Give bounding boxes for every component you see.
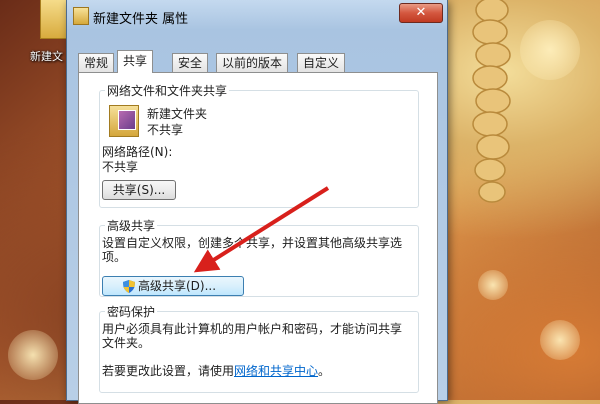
group-title: 网络文件和文件夹共享 <box>105 82 230 99</box>
folder-share-status: 不共享 <box>147 123 184 137</box>
password-change-hint: 若要更改此设置，请使用网络和共享中心。 <box>102 362 330 379</box>
wallpaper-glow <box>520 20 580 80</box>
network-sharing-group: 网络文件和文件夹共享 新建文件夹 不共享 网络路径(N): 不共享 共享(S).… <box>99 82 419 208</box>
folder-name: 新建文件夹 <box>147 107 208 121</box>
window-title: 新建文件夹 属性 <box>93 12 189 27</box>
wallpaper-glow <box>540 320 580 360</box>
wallpaper-glow <box>8 330 58 380</box>
network-path-value: 不共享 <box>102 160 139 174</box>
hint-prefix: 若要更改此设置，请使用 <box>102 364 235 378</box>
advanced-sharing-button[interactable]: 高级共享(D)... <box>102 276 244 296</box>
tab-sharing[interactable]: 共享 <box>117 50 154 73</box>
tab-general[interactable]: 常规 <box>78 53 115 72</box>
folder-icon <box>109 105 139 137</box>
hint-suffix: 。 <box>318 364 331 378</box>
uac-shield-icon <box>123 280 135 293</box>
tab-customize[interactable]: 自定义 <box>297 53 346 72</box>
group-title: 高级共享 <box>105 217 158 234</box>
advanced-sharing-description: 设置自定义权限，创建多个共享，并设置其他高级共享选项。 <box>102 236 403 264</box>
group-title: 密码保护 <box>105 303 158 320</box>
advanced-sharing-group: 高级共享 设置自定义权限，创建多个共享，并设置其他高级共享选项。 高级共享(D)… <box>99 217 419 297</box>
advanced-sharing-button-label: 高级共享(D)... <box>138 279 217 293</box>
share-button[interactable]: 共享(S)... <box>102 180 176 200</box>
close-button[interactable]: ✕ <box>399 3 443 23</box>
network-sharing-center-link[interactable]: 网络和共享中心 <box>234 364 318 378</box>
wallpaper-glow <box>478 270 508 300</box>
properties-window: 新建文件夹 属性 ✕ 常规 共享 安全 以前的版本 自定义 网络文件和文件夹共享… <box>66 0 448 404</box>
sharing-tab-panel: 网络文件和文件夹共享 新建文件夹 不共享 网络路径(N): 不共享 共享(S).… <box>78 72 438 404</box>
password-protection-description: 用户必须具有此计算机的用户帐户和密码，才能访问共享文件夹。 <box>102 322 403 350</box>
title-bar[interactable]: 新建文件夹 属性 ✕ <box>67 0 447 30</box>
tab-previous-versions[interactable]: 以前的版本 <box>216 53 289 72</box>
folder-icon <box>73 7 89 25</box>
wallpaper-braid <box>472 0 511 203</box>
password-protection-group: 密码保护 用户必须具有此计算机的用户帐户和密码，才能访问共享文件夹。 若要更改此… <box>99 303 419 393</box>
tab-security[interactable]: 安全 <box>172 53 209 72</box>
close-icon: ✕ <box>415 5 427 20</box>
